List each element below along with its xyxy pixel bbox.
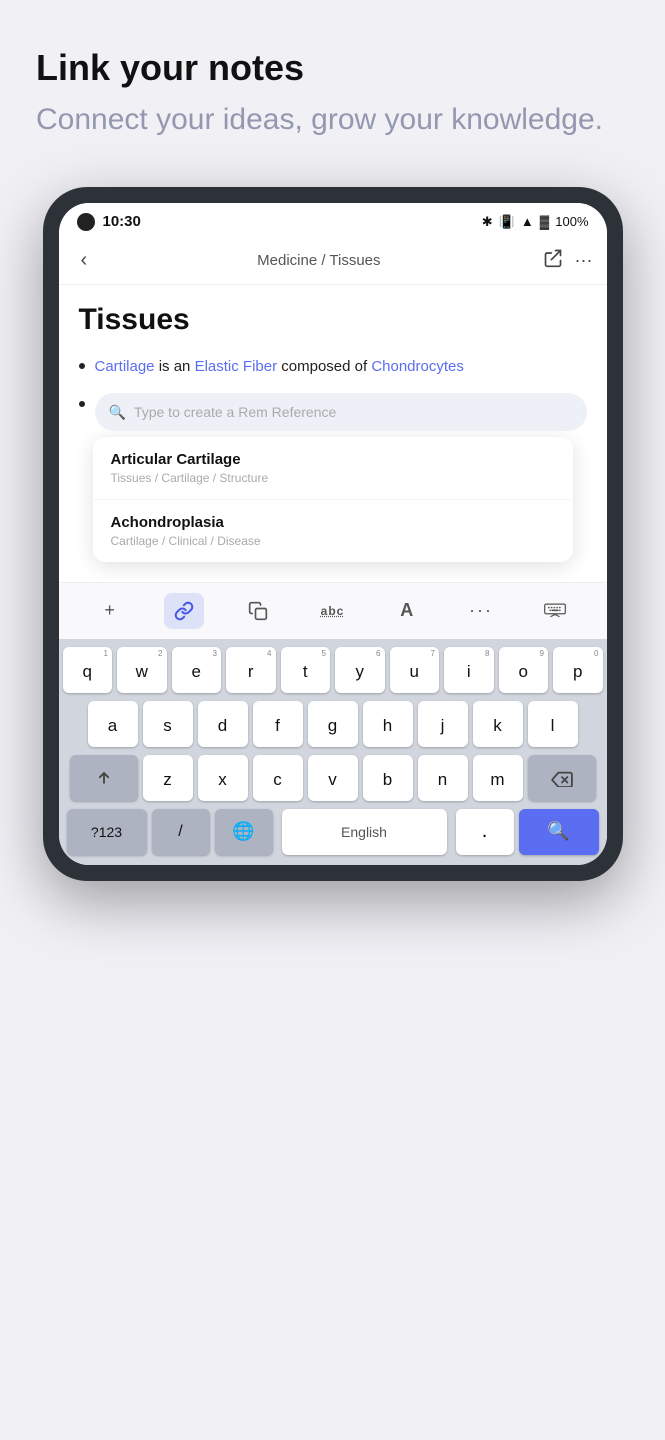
bullet-item-1: Cartilage is an Elastic Fiber composed o… xyxy=(79,355,587,379)
phone-mockup: 10:30 ✱ 📳 ▲ ▓ 100% ‹ Medicine / Tissues xyxy=(43,187,623,881)
elastic-fiber-link[interactable]: Elastic Fiber xyxy=(195,358,278,375)
chondrocytes-link[interactable]: Chondrocytes xyxy=(371,358,464,375)
nav-bar: ‹ Medicine / Tissues ··· xyxy=(59,237,607,285)
backspace-button[interactable] xyxy=(528,755,596,801)
key-i[interactable]: 8i xyxy=(444,647,494,693)
dropdown-item-2[interactable]: Achondroplasia Cartilage / Clinical / Di… xyxy=(93,500,573,562)
dropdown-item-1[interactable]: Articular Cartilage Tissues / Cartilage … xyxy=(93,437,573,500)
bullet-dot-1 xyxy=(79,363,85,369)
page-title: Link your notes xyxy=(36,48,629,88)
keyboard-row-2: a s d f g h j k l xyxy=(63,701,603,747)
cartilage-link[interactable]: Cartilage xyxy=(95,358,155,375)
search-icon: 🔍 xyxy=(109,401,126,423)
key-f[interactable]: f xyxy=(253,701,303,747)
status-bar: 10:30 ✱ 📳 ▲ ▓ 100% xyxy=(59,203,607,237)
more-button[interactable]: ··· xyxy=(575,250,593,271)
breadcrumb: Medicine / Tissues xyxy=(103,252,534,269)
period-button[interactable]: . xyxy=(456,809,514,855)
key-m[interactable]: m xyxy=(473,755,523,801)
toolbar: + abc A ··· xyxy=(59,582,607,639)
key-e[interactable]: 3e xyxy=(172,647,222,693)
key-a[interactable]: a xyxy=(88,701,138,747)
vibrate-icon: 📳 xyxy=(499,214,515,230)
share-button[interactable] xyxy=(543,248,563,273)
key-u[interactable]: 7u xyxy=(390,647,440,693)
dropdown-item-1-title: Articular Cartilage xyxy=(111,451,555,468)
battery-icon: ▓ xyxy=(540,214,549,229)
dropdown-item-2-title: Achondroplasia xyxy=(111,514,555,531)
key-h[interactable]: h xyxy=(363,701,413,747)
bullet-text-1: Cartilage is an Elastic Fiber composed o… xyxy=(95,355,464,379)
key-j[interactable]: j xyxy=(418,701,468,747)
abc-button[interactable]: abc xyxy=(312,593,352,629)
key-x[interactable]: x xyxy=(198,755,248,801)
key-n[interactable]: n xyxy=(418,755,468,801)
keyboard-row-1: 1q 2w 3e 4r 5t 6y 7u 8i 9o 0p xyxy=(63,647,603,693)
signal-icon: ▲ xyxy=(521,214,534,229)
key-k[interactable]: k xyxy=(473,701,523,747)
key-v[interactable]: v xyxy=(308,755,358,801)
globe-button[interactable]: 🌐 xyxy=(215,809,273,855)
phone-screen: 10:30 ✱ 📳 ▲ ▓ 100% ‹ Medicine / Tissues xyxy=(59,203,607,865)
shift-button[interactable] xyxy=(70,755,138,801)
dropdown-item-1-path: Tissues / Cartilage / Structure xyxy=(111,471,555,485)
note-body: Cartilage is an Elastic Fiber composed o… xyxy=(79,355,587,431)
search-button[interactable]: 🔍 xyxy=(519,809,599,855)
rem-reference-input[interactable]: 🔍 Type to create a Rem Reference xyxy=(95,393,587,431)
nav-actions: ··· xyxy=(543,248,593,273)
keyboard: 1q 2w 3e 4r 5t 6y 7u 8i 9o 0p a s d f g … xyxy=(59,639,607,865)
key-l[interactable]: l xyxy=(528,701,578,747)
bullet-item-2: 🔍 Type to create a Rem Reference xyxy=(79,393,587,431)
bluetooth-icon: ✱ xyxy=(482,214,493,230)
key-w[interactable]: 2w xyxy=(117,647,167,693)
space-button[interactable]: English xyxy=(282,809,447,855)
slash-button[interactable]: / xyxy=(152,809,210,855)
key-t[interactable]: 5t xyxy=(281,647,331,693)
search-placeholder: Type to create a Rem Reference xyxy=(134,401,336,423)
sym-button[interactable]: ?123 xyxy=(67,809,147,855)
key-z[interactable]: z xyxy=(143,755,193,801)
key-p[interactable]: 0p xyxy=(553,647,603,693)
copy-button[interactable] xyxy=(238,593,278,629)
camera-dot xyxy=(77,213,95,231)
keyboard-row-3: z x c v b n m xyxy=(63,755,603,801)
key-c[interactable]: c xyxy=(253,755,303,801)
key-b[interactable]: b xyxy=(363,755,413,801)
battery-percent: 100% xyxy=(555,214,588,229)
font-label: A xyxy=(400,600,413,621)
back-button[interactable]: ‹ xyxy=(73,245,96,276)
keyboard-bottom-row: ?123 / 🌐 English . 🔍 xyxy=(63,809,603,855)
keyboard-button[interactable] xyxy=(535,593,575,629)
more-toolbar-label: ··· xyxy=(469,600,493,621)
status-right: ✱ 📳 ▲ ▓ 100% xyxy=(482,214,589,230)
more-toolbar-button[interactable]: ··· xyxy=(461,593,501,629)
key-s[interactable]: s xyxy=(143,701,193,747)
link-button[interactable] xyxy=(164,593,204,629)
key-g[interactable]: g xyxy=(308,701,358,747)
dropdown-results: Articular Cartilage Tissues / Cartilage … xyxy=(93,437,573,562)
font-button[interactable]: A xyxy=(387,593,427,629)
key-o[interactable]: 9o xyxy=(499,647,549,693)
page-header: Link your notes Connect your ideas, grow… xyxy=(0,0,665,167)
status-left: 10:30 xyxy=(77,213,141,231)
key-y[interactable]: 6y xyxy=(335,647,385,693)
add-button[interactable]: + xyxy=(90,593,130,629)
page-subtitle: Connect your ideas, grow your knowledge. xyxy=(36,100,629,139)
key-r[interactable]: 4r xyxy=(226,647,276,693)
note-title: Tissues xyxy=(79,303,587,337)
bullet-dot-2 xyxy=(79,401,85,407)
note-content: Tissues Cartilage is an Elastic Fiber co… xyxy=(59,285,607,582)
dropdown-item-2-path: Cartilage / Clinical / Disease xyxy=(111,534,555,548)
key-q[interactable]: 1q xyxy=(63,647,113,693)
abc-label: abc xyxy=(321,604,345,618)
status-time: 10:30 xyxy=(103,213,141,230)
key-d[interactable]: d xyxy=(198,701,248,747)
